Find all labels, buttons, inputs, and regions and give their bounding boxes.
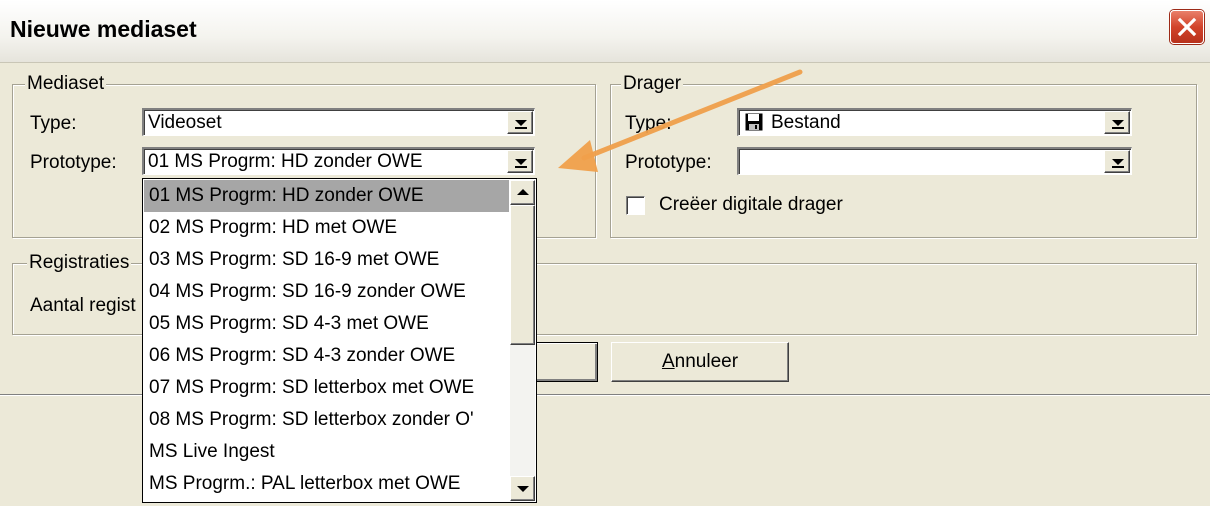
dropdown-option[interactable]: 01 MS Progrm: HD zonder OWE: [144, 180, 509, 212]
window-title: Nieuwe mediaset: [10, 16, 197, 42]
cancel-label: nnuleer: [674, 351, 739, 372]
dropdown-option[interactable]: MS Live Ingest: [144, 436, 509, 468]
drager-prototype-label: Prototype:: [625, 152, 712, 173]
floppy-disk-icon: [745, 113, 763, 131]
create-digital-carrier-checkbox[interactable]: [626, 196, 645, 215]
mediaset-type-select[interactable]: Videoset: [142, 108, 535, 136]
dropdown-option[interactable]: 03 MS Progrm: SD 16-9 met OWE: [144, 244, 509, 276]
mediaset-type-dropdown-button[interactable]: [507, 111, 533, 134]
prototype-dropdown-list[interactable]: 01 MS Progrm: HD zonder OWE 02 MS Progrm:…: [142, 178, 537, 503]
create-digital-carrier-label[interactable]: Creëer digitale drager: [659, 193, 843, 217]
close-icon: [1177, 17, 1197, 37]
aantal-registraties-label: Aantal regist: [30, 295, 136, 316]
dropdown-items: 01 MS Progrm: HD zonder OWE 02 MS Progrm:…: [144, 180, 509, 500]
drager-prototype-select[interactable]: [737, 147, 1132, 175]
dropdown-option[interactable]: 08 MS Progrm: SD letterbox zonder O': [144, 404, 509, 436]
close-button[interactable]: [1170, 10, 1204, 44]
mediaset-type-value: Videoset: [148, 112, 222, 133]
mediaset-type-label: Type:: [30, 113, 77, 134]
dropdown-option[interactable]: 04 MS Progrm: SD 16-9 zonder OWE: [144, 276, 509, 308]
scroll-up-button[interactable]: [510, 180, 535, 205]
mediaset-legend: Mediaset: [25, 72, 107, 96]
mediaset-prototype-select[interactable]: 01 MS Progrm: HD zonder OWE: [142, 147, 535, 175]
dropdown-option[interactable]: 02 MS Progrm: HD met OWE: [144, 212, 509, 244]
scroll-thumb[interactable]: [510, 205, 535, 345]
dropdown-option[interactable]: MS Progrm.: PAL letterbox met OWE: [144, 468, 509, 500]
mediaset-prototype-dropdown-button[interactable]: [507, 150, 533, 173]
dropdown-option[interactable]: 06 MS Progrm: SD 4-3 zonder OWE: [144, 340, 509, 372]
dropdown-option[interactable]: 05 MS Progrm: SD 4-3 met OWE: [144, 308, 509, 340]
mediaset-prototype-value: 01 MS Progrm: HD zonder OWE: [148, 151, 423, 172]
drager-type-dropdown-button[interactable]: [1104, 111, 1130, 134]
drager-type-value: Bestand: [771, 112, 841, 133]
cancel-mnemonic: A: [661, 351, 675, 372]
dropdown-option[interactable]: 07 MS Progrm: SD letterbox met OWE: [144, 372, 509, 404]
mediaset-prototype-label: Prototype:: [30, 152, 117, 173]
dropdown-scrollbar[interactable]: [510, 180, 535, 501]
drager-prototype-dropdown-button[interactable]: [1104, 150, 1130, 173]
cancel-button[interactable]: Annuleer: [611, 342, 789, 382]
drager-type-label: Type:: [625, 113, 672, 134]
drager-type-select[interactable]: Bestand: [737, 108, 1132, 136]
scroll-down-button[interactable]: [510, 476, 535, 501]
dialog-window: Nieuwe mediaset Mediaset Type: Videoset …: [0, 0, 1210, 506]
drager-legend: Drager: [621, 72, 684, 96]
title-bar[interactable]: Nieuwe mediaset: [0, 0, 1210, 63]
registraties-legend: Registraties: [27, 251, 132, 275]
